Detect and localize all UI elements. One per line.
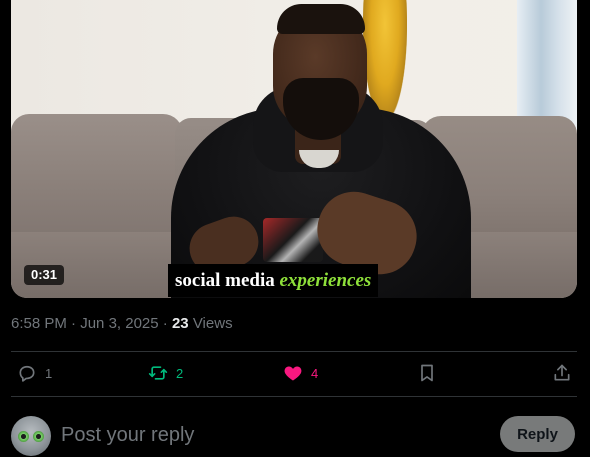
caption-text: social media: [175, 270, 280, 291]
video-caption: social media experiences: [168, 264, 379, 297]
meta-separator: ·: [71, 315, 77, 332]
avatar-eye: [18, 431, 29, 442]
retweet-button[interactable]: 2: [148, 363, 183, 383]
caption-highlight: experiences: [279, 270, 372, 291]
views-count: 23: [171, 315, 189, 332]
post-time[interactable]: 6:58 PM: [11, 315, 67, 332]
bookmark-icon: [421, 364, 433, 382]
reply-button[interactable]: 1: [17, 363, 52, 383]
curtain: [517, 0, 577, 130]
reply-icon: [19, 365, 35, 382]
like-button[interactable]: 4: [283, 363, 318, 383]
reply-submit-button[interactable]: Reply: [500, 416, 575, 452]
post-action-bar: 1 2 4: [11, 352, 577, 396]
avatar-eye: [33, 431, 44, 442]
sofa-cushion: [11, 114, 183, 244]
like-count: 4: [311, 365, 319, 381]
views-label: Views: [192, 315, 233, 332]
reply-input[interactable]: [61, 422, 481, 448]
post-metadata: 6:58 PM · Jun 3, 2025 · 23 Views: [11, 315, 233, 332]
share-button[interactable]: [552, 363, 572, 383]
reply-composer: Reply: [11, 412, 577, 457]
divider: [11, 396, 577, 397]
bookmark-button[interactable]: [417, 363, 437, 383]
video-player[interactable]: 0:31 social media experiences: [11, 0, 577, 298]
post-date[interactable]: Jun 3, 2025: [80, 315, 158, 332]
video-duration-badge: 0:31: [24, 265, 65, 285]
meta-separator: ·: [162, 315, 168, 332]
share-icon: [554, 364, 570, 381]
speaker-hair: [277, 4, 365, 34]
reply-count: 1: [45, 365, 53, 381]
heart-icon: [284, 366, 302, 381]
retweet-count: 2: [176, 365, 184, 381]
avatar[interactable]: [11, 416, 51, 456]
post-detail: 0:31 social media experiences 6:58 PM · …: [0, 0, 590, 457]
retweet-icon: [148, 366, 168, 380]
hoodie-print: [263, 218, 323, 262]
